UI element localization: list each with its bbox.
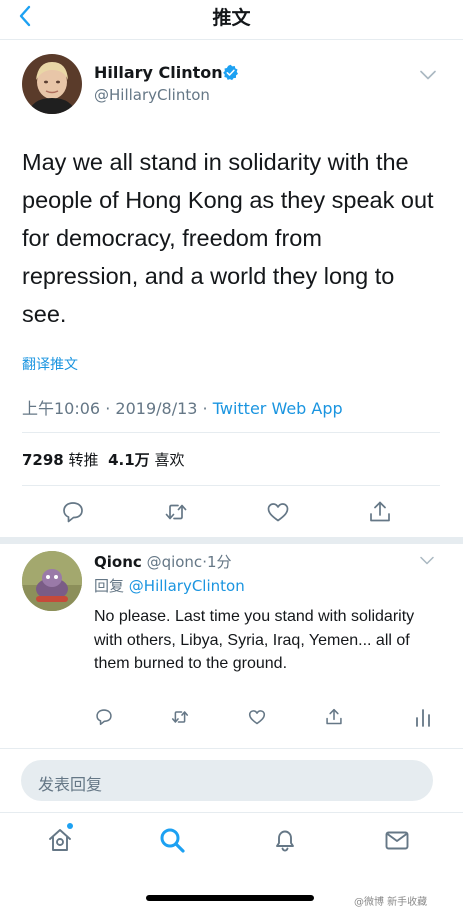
retweet-label[interactable]: 转推 [69,451,99,469]
home-indicator[interactable] [146,895,314,901]
tab-search[interactable] [158,826,186,854]
reply-share-button[interactable] [324,707,344,727]
author-name[interactable]: Hillary Clinton [94,63,223,82]
notifications-icon [276,830,294,852]
divider [0,748,463,749]
verified-badge-icon [222,64,239,81]
retweet-button[interactable] [163,499,189,525]
author-handle[interactable]: @HillaryClinton [94,86,210,104]
tweet-meta: 上午10:06 · 2019/8/13 · Twitter Web App [22,395,343,419]
meta-separator: · [202,399,208,418]
reply-input-placeholder: 发表回复 [38,775,103,794]
divider [22,485,440,486]
tab-notifications[interactable] [271,826,299,854]
tweet-text: May we all stand in solidarity with the … [22,149,434,327]
tweet-source-link[interactable]: Twitter Web App [213,399,343,418]
avatar[interactable] [22,54,82,114]
tab-home[interactable] [46,826,74,854]
like-button[interactable] [265,499,291,525]
reply-text: No please. Last time you stand with soli… [94,608,415,672]
chevron-down-icon [420,70,436,80]
reply-reply-button[interactable] [94,707,114,727]
reply-analytics-button[interactable] [413,707,433,727]
tab-messages[interactable] [383,826,411,854]
reply-like-button[interactable] [247,707,267,727]
reply-header: Qionc @qionc·1分 [94,551,232,572]
search-icon [160,828,185,853]
tweet-stats: 7298 转推 4.1万 喜欢 [22,449,184,470]
reply-author-name[interactable]: Qionc [94,553,142,571]
section-divider [0,537,463,544]
page-title: 推文 [212,7,251,29]
reply-to-prefix: 回复 [94,577,125,595]
tweet-time: 上午10:06 [22,399,101,418]
like-label[interactable]: 喜欢 [154,451,184,469]
reply-to-mention[interactable]: @HillaryClinton [129,577,245,595]
reply-button[interactable] [60,499,86,525]
share-icon [370,501,390,522]
divider [22,432,440,433]
more-options-button[interactable] [420,70,436,80]
tabbar-divider [0,812,463,813]
like-icon [267,503,289,522]
reply-time: 1分 [206,553,232,571]
reply-icon [63,502,83,523]
like-icon [248,710,266,725]
reply-author-handle[interactable]: @qionc [147,553,203,571]
tweet-date: 2019/8/13 [115,399,198,418]
avatar[interactable] [22,551,82,611]
retweet-count[interactable]: 7298 [22,451,64,469]
nav-divider [0,39,463,40]
meta-separator: · [105,399,111,418]
reply-more-options-button[interactable] [420,556,434,565]
new-content-dot [67,823,73,829]
analytics-icon [416,709,430,727]
retweet-icon [165,504,187,520]
home-icon [49,829,71,851]
share-icon [326,708,342,725]
watermark: @微博 新手收藏 [354,897,428,908]
messages-icon [385,831,409,850]
replying-to: 回复 @HillaryClinton [94,575,245,596]
translate-tweet-link[interactable]: 翻译推文 [22,354,78,374]
reply-icon [96,709,112,726]
share-button[interactable] [367,499,393,525]
like-count[interactable]: 4.1万 [108,451,150,469]
retweet-icon [171,711,189,723]
chevron-down-icon [420,556,434,565]
reply-retweet-button[interactable] [170,707,190,727]
